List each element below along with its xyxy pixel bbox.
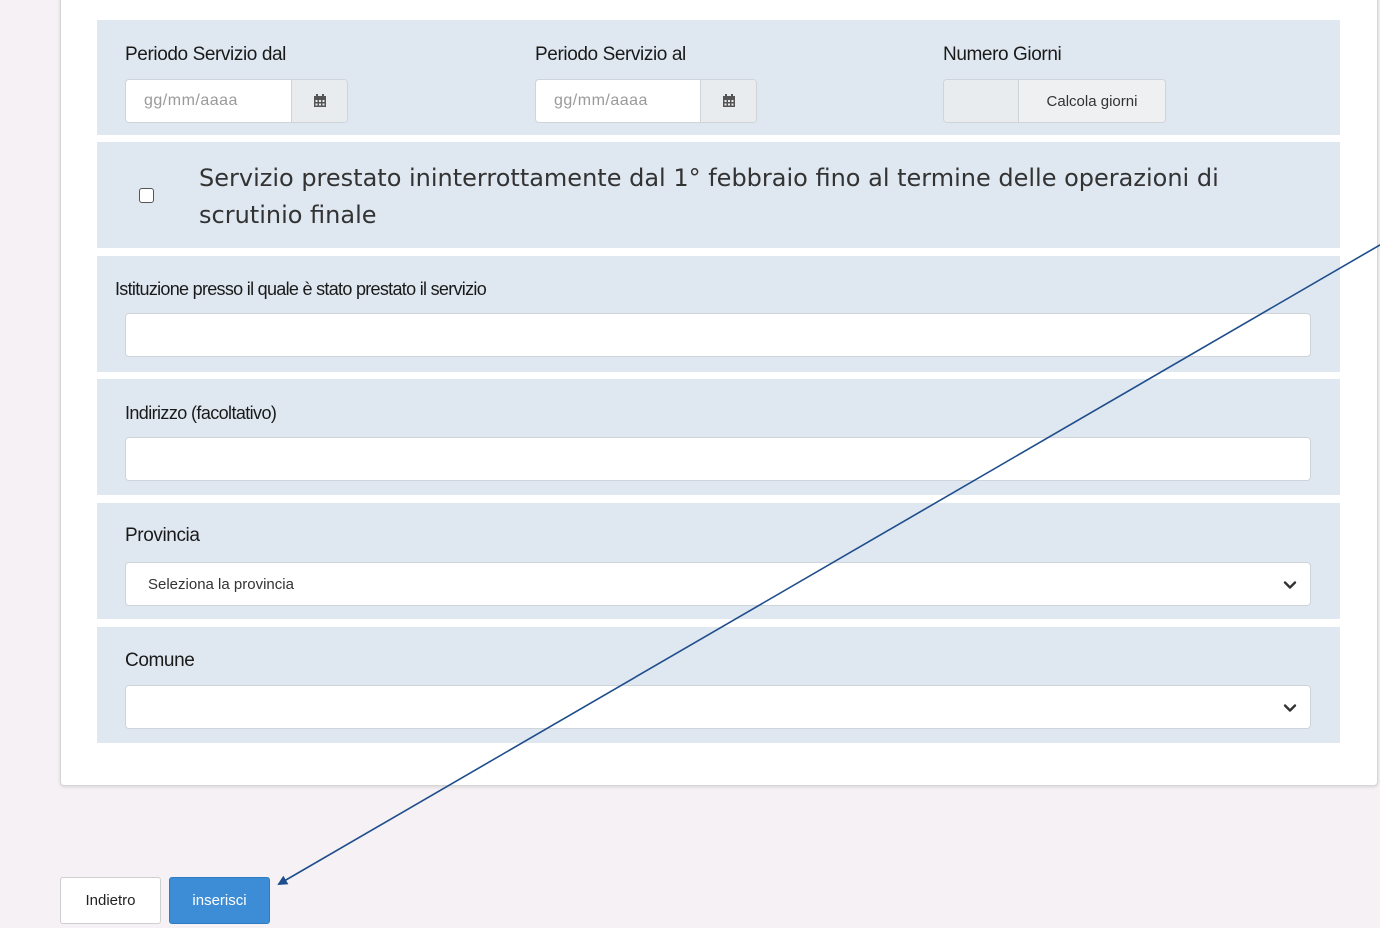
chevron-down-icon [1282, 577, 1298, 597]
calendar-icon[interactable] [700, 80, 756, 122]
periodo-al-input[interactable]: gg/mm/aaaa [535, 79, 757, 123]
numero-giorni-group: Calcola giorni [943, 79, 1166, 123]
istituzione-label: Istituzione presso il quale è stato pres… [115, 279, 487, 299]
comune-select[interactable] [125, 685, 1311, 729]
periodo-dal-input[interactable]: gg/mm/aaaa [125, 79, 348, 123]
provincia-selected: Seleziona la provincia [148, 575, 294, 593]
numero-giorni-label: Numero Giorni [943, 44, 1062, 65]
calcola-giorni-button[interactable]: Calcola giorni [1019, 80, 1165, 122]
continuativo-label[interactable]: Servizio prestato ininterrottamente dal … [199, 160, 1319, 234]
provincia-select[interactable]: Seleziona la provincia [125, 562, 1311, 606]
indirizzo-input[interactable] [125, 437, 1311, 481]
periodo-al-placeholder[interactable]: gg/mm/aaaa [536, 80, 700, 122]
periodo-al-label: Periodo Servizio al [535, 44, 686, 65]
periodo-dal-label: Periodo Servizio dal [125, 44, 286, 65]
numero-giorni-field [944, 80, 1019, 122]
periodo-dal-placeholder[interactable]: gg/mm/aaaa [126, 80, 291, 122]
calendar-icon[interactable] [291, 80, 347, 122]
indirizzo-label: Indirizzo (facoltativo) [125, 403, 277, 423]
provincia-label: Provincia [125, 525, 200, 546]
istituzione-input[interactable] [125, 313, 1311, 357]
continuativo-checkbox[interactable] [139, 188, 154, 203]
back-button[interactable]: Indietro [60, 877, 161, 924]
insert-button[interactable]: inserisci [169, 877, 270, 924]
chevron-down-icon [1282, 700, 1298, 720]
comune-label: Comune [125, 650, 195, 671]
